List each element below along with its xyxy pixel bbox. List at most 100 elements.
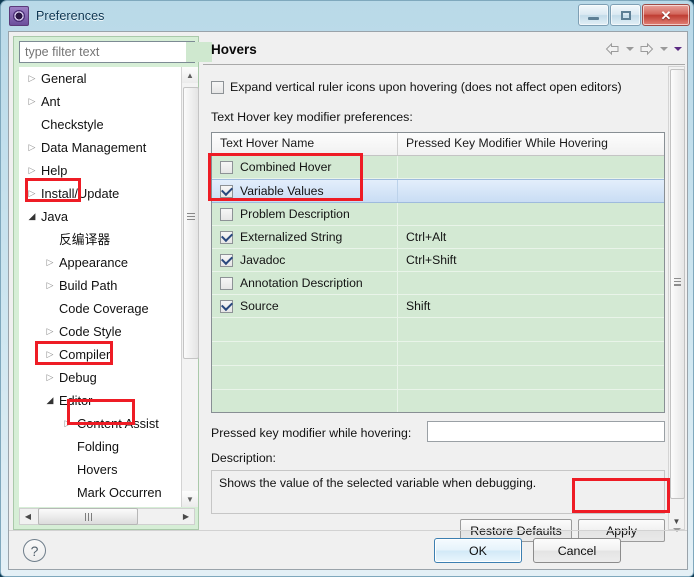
sidebar-item-hovers[interactable]: Hovers bbox=[19, 458, 194, 481]
title-bar: Preferences ✕ bbox=[1, 1, 693, 31]
ok-button-label: OK bbox=[469, 543, 487, 558]
sidebar-item-general[interactable]: ▷ General bbox=[19, 67, 194, 90]
table-cell-modifier[interactable]: Ctrl+Alt bbox=[398, 230, 664, 244]
table-row[interactable]: Javadoc Ctrl+Shift bbox=[212, 249, 664, 272]
table-row[interactable]: Problem Description bbox=[212, 203, 664, 226]
hover-enabled-checkbox[interactable] bbox=[220, 207, 233, 221]
tree-scroll-up-button[interactable]: ▲ bbox=[182, 67, 198, 83]
sidebar-item-label: Compiler bbox=[59, 347, 111, 362]
pressed-key-modifier-input[interactable] bbox=[427, 421, 665, 442]
tree-expand-arrow-icon[interactable]: ◢ bbox=[43, 389, 57, 412]
tree-scroll-down-button[interactable]: ▼ bbox=[182, 491, 198, 507]
column-header-modifier[interactable]: Pressed Key Modifier While Hovering bbox=[398, 133, 664, 155]
tree-scroll-left-button[interactable]: ◀ bbox=[20, 509, 36, 524]
minimize-icon bbox=[588, 16, 599, 20]
description-label: Description: bbox=[211, 451, 276, 465]
tree-collapse-arrow-icon[interactable]: ▷ bbox=[43, 320, 57, 343]
table-row[interactable]: Annotation Description bbox=[212, 272, 664, 295]
sidebar-item-data-management[interactable]: ▷ Data Management bbox=[19, 136, 194, 159]
tree-collapse-arrow-icon[interactable]: ▷ bbox=[25, 159, 39, 182]
hover-enabled-checkbox[interactable] bbox=[220, 184, 233, 198]
table-cell-name: Source bbox=[212, 295, 398, 317]
table-cell-empty bbox=[212, 342, 398, 365]
table-row[interactable]: Externalized String Ctrl+Alt bbox=[212, 226, 664, 249]
sidebar-item-debug[interactable]: ▷ Debug bbox=[19, 366, 194, 389]
tree-collapse-arrow-icon[interactable]: ▷ bbox=[25, 136, 39, 159]
forward-arrow-icon[interactable] bbox=[638, 41, 655, 57]
tree-horizontal-scrollbar[interactable]: ◀ ▶ bbox=[19, 508, 195, 525]
expand-ruler-checkbox[interactable] bbox=[211, 80, 224, 94]
sidebar-item-[interactable]: 反编译器 bbox=[19, 228, 194, 251]
tree-collapse-arrow-icon[interactable]: ▷ bbox=[25, 67, 39, 90]
hover-enabled-checkbox[interactable] bbox=[220, 253, 233, 267]
preferences-tree[interactable]: ▷ General ▷ Ant Checkstyle ▷ Data Management ▷ H… bbox=[19, 67, 195, 507]
sidebar-item-compiler[interactable]: ▷ Compiler bbox=[19, 343, 194, 366]
cancel-button-label: Cancel bbox=[557, 543, 597, 558]
help-icon[interactable]: ? bbox=[23, 539, 46, 562]
tree-collapse-arrow-icon[interactable]: ▷ bbox=[43, 343, 57, 366]
back-arrow-icon[interactable] bbox=[604, 41, 621, 57]
hover-enabled-checkbox[interactable] bbox=[220, 230, 233, 244]
column-header-name[interactable]: Text Hover Name bbox=[212, 133, 398, 155]
sidebar-item-label: Java bbox=[41, 209, 69, 224]
sidebar-item-checkstyle[interactable]: Checkstyle bbox=[19, 113, 194, 136]
ok-button[interactable]: OK bbox=[434, 538, 522, 563]
sidebar-item-appearance[interactable]: ▷ Appearance bbox=[19, 251, 194, 274]
sidebar-item-java[interactable]: ◢ Java bbox=[19, 205, 194, 228]
tree-collapse-arrow-icon[interactable]: ▷ bbox=[61, 412, 75, 435]
search-input[interactable] bbox=[20, 42, 186, 62]
tree-scroll-thumb[interactable] bbox=[183, 87, 199, 359]
sidebar-item-ant[interactable]: ▷ Ant bbox=[19, 90, 194, 113]
sidebar-item-label: Debug bbox=[59, 370, 97, 385]
table-row[interactable]: Source Shift bbox=[212, 295, 664, 318]
page-title: Hovers bbox=[211, 42, 257, 57]
hover-enabled-checkbox[interactable] bbox=[220, 276, 233, 290]
close-button[interactable]: ✕ bbox=[642, 4, 690, 26]
hover-enabled-checkbox[interactable] bbox=[220, 160, 233, 174]
sidebar-item-label: Hovers bbox=[77, 462, 118, 477]
table-cell-modifier[interactable]: Ctrl+Shift bbox=[398, 253, 664, 267]
tree-collapse-arrow-icon[interactable]: ▷ bbox=[43, 274, 57, 297]
minimize-button[interactable] bbox=[578, 4, 609, 26]
sidebar-item-build-path[interactable]: ▷ Build Path bbox=[19, 274, 194, 297]
tree-expand-arrow-icon[interactable]: ◢ bbox=[25, 205, 39, 228]
sidebar-item-label: 反编译器 bbox=[59, 232, 111, 247]
back-history-chevron-down-icon[interactable] bbox=[624, 42, 635, 56]
tree-hscroll-thumb[interactable] bbox=[38, 508, 138, 525]
hover-table[interactable]: Text Hover Name Pressed Key Modifier Whi… bbox=[211, 132, 665, 413]
tree-collapse-arrow-icon[interactable]: ▷ bbox=[25, 182, 39, 205]
view-menu-icon[interactable] bbox=[672, 42, 683, 56]
tree-scroll-right-button[interactable]: ▶ bbox=[178, 509, 194, 524]
tree-collapse-arrow-icon[interactable]: ▷ bbox=[43, 251, 57, 274]
pressed-key-modifier-label: Pressed key modifier while hovering: bbox=[211, 426, 412, 440]
window-title: Preferences bbox=[36, 9, 105, 23]
table-row[interactable]: Combined Hover bbox=[212, 156, 664, 179]
maximize-button[interactable] bbox=[610, 4, 641, 26]
content-vertical-scrollbar[interactable]: ▼ bbox=[668, 66, 685, 530]
sidebar-item-editor[interactable]: ◢ Editor bbox=[19, 389, 194, 412]
sidebar-item-folding[interactable]: Folding bbox=[19, 435, 194, 458]
table-caption: Text Hover key modifier preferences: bbox=[211, 110, 413, 124]
sidebar-item-code-style[interactable]: ▷ Code Style bbox=[19, 320, 194, 343]
sidebar-item-code-coverage[interactable]: Code Coverage bbox=[19, 297, 194, 320]
sidebar-item-content-assist[interactable]: ▷ Content Assist bbox=[19, 412, 194, 435]
expand-ruler-row[interactable]: Expand vertical ruler icons upon hoverin… bbox=[211, 80, 622, 94]
sidebar-item-help[interactable]: ▷ Help bbox=[19, 159, 194, 182]
table-row-empty bbox=[212, 366, 664, 390]
sidebar-item-install-update[interactable]: ▷ Install/Update bbox=[19, 182, 194, 205]
forward-history-chevron-down-icon[interactable] bbox=[658, 42, 669, 56]
table-row[interactable]: Variable Values bbox=[212, 179, 664, 203]
table-row-empty bbox=[212, 318, 664, 342]
table-cell-modifier[interactable]: Shift bbox=[398, 299, 664, 313]
sidebar-item-mark-occurren[interactable]: Mark Occurren bbox=[19, 481, 194, 504]
content-scroll-thumb[interactable] bbox=[670, 69, 685, 499]
sidebar-item-save-actions[interactable]: Save Actions bbox=[19, 504, 194, 507]
tree-vertical-scrollbar[interactable]: ▲ ▼ bbox=[181, 67, 199, 507]
sidebar-item-label: Folding bbox=[77, 439, 119, 454]
sidebar-item-label: Code Coverage bbox=[59, 301, 149, 316]
tree-collapse-arrow-icon[interactable]: ▷ bbox=[25, 90, 39, 113]
tree-collapse-arrow-icon[interactable]: ▷ bbox=[43, 366, 57, 389]
preferences-dialog: ▷General▷AntCheckstyle▷Data Management▷H… bbox=[8, 31, 688, 570]
hover-enabled-checkbox[interactable] bbox=[220, 299, 233, 313]
cancel-button[interactable]: Cancel bbox=[533, 538, 621, 563]
